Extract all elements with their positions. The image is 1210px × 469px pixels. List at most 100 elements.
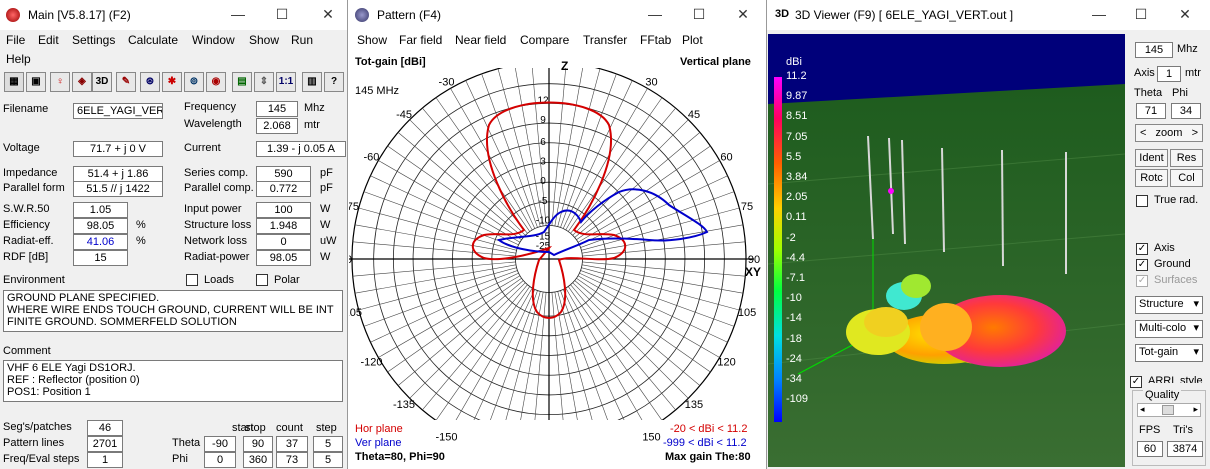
loads-checkbox[interactable] [186,274,198,286]
polar-spoke [574,132,701,238]
tot-gain-label: Tot-gain [dBi] [355,56,426,68]
true-rad-checkbox[interactable] [1136,195,1148,207]
chevron-down-icon: ▾ [1193,298,1199,310]
app-icon [6,8,20,22]
menu-calculate[interactable]: Calculate [128,33,178,47]
calculator-icon[interactable]: ▤ [232,72,252,92]
phi-count-field[interactable]: 73 [276,452,308,468]
menu-run[interactable]: Run [291,33,313,47]
input-power-field[interactable]: 100 [256,202,311,218]
surfaces-checkbox-label: Surfaces [1154,274,1198,286]
structure-dropdown[interactable]: Structure ▾ [1135,296,1203,314]
book-icon[interactable]: ▥ [302,72,322,92]
parallel-comp-label: Parallel comp. [184,182,254,194]
viewer-freq-field[interactable]: 145 [1135,42,1173,58]
pattern-icon[interactable]: ✱ [162,72,182,92]
maximize-icon[interactable]: ☐ [1131,4,1151,24]
minimize-icon[interactable]: — [228,4,248,24]
menu-file[interactable]: File [6,33,25,47]
theta-step-field[interactable]: 5 [313,436,343,452]
menu-show[interactable]: Show [249,33,279,47]
menu-settings[interactable]: Settings [72,33,115,47]
view-phi-field[interactable]: 34 [1171,103,1201,119]
axis-size-label: Axis [1134,67,1155,79]
close-icon[interactable]: ✕ [1175,4,1195,24]
phi-step-field[interactable]: 5 [313,452,343,468]
slider-thumb[interactable] [1162,405,1174,415]
zoom-in-button[interactable]: > [1192,125,1198,141]
view-3d-button[interactable]: 3D [92,72,112,92]
main-menubar: File Edit Settings Calculate Window Show… [0,30,347,66]
menu-edit[interactable]: Edit [38,33,59,47]
scale-button[interactable]: 1:1 [276,72,296,92]
angle-label: 45 [688,109,700,121]
polar-spoke [580,270,735,327]
maximize-icon[interactable]: ☐ [272,4,292,24]
col-button[interactable]: Col [1170,169,1203,187]
theta-count-field[interactable]: 37 [276,436,308,452]
comment-label: Comment [3,345,51,357]
polar-spoke [481,73,538,228]
phi-start-field[interactable]: 0 [204,452,236,468]
zoom-out-button[interactable]: < [1140,125,1146,141]
axis-size-unit: mtr [1185,67,1201,79]
swr-label: S.W.R.50 [3,203,50,215]
freq-eval-field[interactable]: 1 [87,452,123,468]
compass-icon[interactable]: ⊛ [140,72,160,92]
totgain-dropdown[interactable]: Tot-gain ▾ [1135,344,1203,362]
theta-start-field[interactable]: -90 [204,436,236,452]
surfaces-checkbox[interactable]: ✓ [1136,275,1148,287]
minimize-icon[interactable]: — [1089,4,1109,24]
axis-size-field[interactable]: 1 [1157,66,1181,82]
cube-icon[interactable]: ◈ [72,72,92,92]
scale-label: 11.2 [786,70,807,82]
edit-icon[interactable]: ✎ [116,72,136,92]
res-button[interactable]: Res [1170,149,1203,167]
viewer-3d-icon: 3D [775,8,790,20]
chevron-right-icon[interactable]: ▸ [1193,404,1198,415]
ring-label: 3 [540,157,546,168]
view-phi-label: Phi [1172,87,1188,99]
arrl-checkbox[interactable]: ✓ [1130,376,1142,388]
target-icon[interactable]: ◉ [206,72,226,92]
frequency-field[interactable]: 145 [256,101,298,117]
geometry-icon[interactable]: ♀ [50,72,70,92]
chevron-left-icon[interactable]: ◂ [1140,404,1145,415]
ring-label: 9 [540,115,546,126]
environment-textarea[interactable]: GROUND PLANE SPECIFIED. WHERE WIRE ENDS … [3,290,343,332]
pattern-lines-label: Pattern lines [3,437,65,449]
ident-button[interactable]: Ident [1135,149,1168,167]
quality-slider[interactable]: ◂ ▸ [1137,403,1201,417]
ring-label: 12 [537,95,549,106]
theta-stop-field[interactable]: 90 [243,436,273,452]
polar-checkbox[interactable] [256,274,268,286]
phi-stop-field[interactable]: 360 [243,452,273,468]
scale-label: 3.84 [786,171,808,183]
multicolor-dropdown[interactable]: Multi-colo ▾ [1135,320,1203,338]
open-file-icon[interactable]: ▣ [26,72,46,92]
menu-window[interactable]: Window [192,33,235,47]
polar-spoke [581,267,740,311]
comment-textarea[interactable]: VHF 6 ELE Yagi DS1ORJ. REF : Reflector (… [3,360,343,402]
radiat-eff-field: 41.06 [73,234,128,250]
close-icon[interactable]: ✕ [318,4,338,24]
efficiency-unit: % [136,219,146,231]
axis-checkbox[interactable]: ✓ [1136,243,1148,255]
viewer-titlebar: 3D 3D Viewer (F9) [ 6ELE_YAGI_VERT.out ]… [767,0,1210,30]
smith-icon[interactable]: ⊚ [184,72,204,92]
efficiency-field: 98.05 [73,218,128,234]
menu-help[interactable]: Help [6,52,31,66]
view-theta-field[interactable]: 71 [1136,103,1166,119]
viewer-window: 3D 3D Viewer (F9) [ 6ELE_YAGI_VERT.out ]… [767,0,1210,469]
scale-label: 5.5 [786,150,802,163]
filename-field[interactable]: 6ELE_YAGI_VER [73,103,163,119]
chevron-down-icon: ▾ [1193,346,1199,358]
sweep-icon[interactable]: ⇕ [254,72,274,92]
3d-canvas[interactable]: dBi 11.2 9.87 8.51 7.05 5.5 3.84 2.05 0.11 -2 -4.… [768,34,1125,467]
ground-checkbox[interactable]: ✓ [1136,259,1148,271]
help-icon[interactable]: ? [324,72,344,92]
radiat-eff-label: Radiat-eff. [3,235,54,247]
new-file-icon[interactable]: ▦ [4,72,24,92]
scale-label: 2.05 [786,191,808,204]
rotc-button[interactable]: Rotc [1135,169,1168,187]
